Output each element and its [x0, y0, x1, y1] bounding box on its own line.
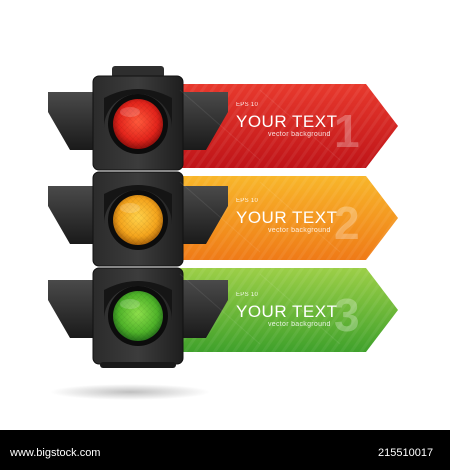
banner-3-subtitle: vector background: [268, 321, 331, 328]
watermark-code: 215510017: [378, 447, 434, 459]
banner-1-number: 1: [334, 105, 360, 157]
banner-1-title: YOUR TEXT: [236, 112, 338, 131]
banner-2-number: 2: [334, 197, 360, 249]
traffic-light-infographic: EPS 10 YOUR TEXT vector background 1 EPS…: [0, 0, 450, 470]
infographic-canvas: [48, 66, 398, 400]
watermark-site: www.bigstock.com: [10, 447, 101, 459]
banner-3-title: YOUR TEXT: [236, 302, 338, 321]
red-light: [108, 94, 168, 154]
banner-2-eps-label: EPS 10: [236, 198, 259, 204]
banner-1-subtitle: vector background: [268, 131, 331, 138]
yellow-light: [108, 190, 168, 250]
banner-3-number: 3: [334, 289, 360, 341]
banner-2-subtitle: vector background: [268, 227, 331, 234]
green-light: [108, 286, 168, 346]
ground-shadow: [50, 384, 210, 400]
banner-2-title: YOUR TEXT: [236, 208, 338, 227]
banner-1-eps-label: EPS 10: [236, 102, 259, 108]
banner-3-eps-label: EPS 10: [236, 292, 259, 298]
